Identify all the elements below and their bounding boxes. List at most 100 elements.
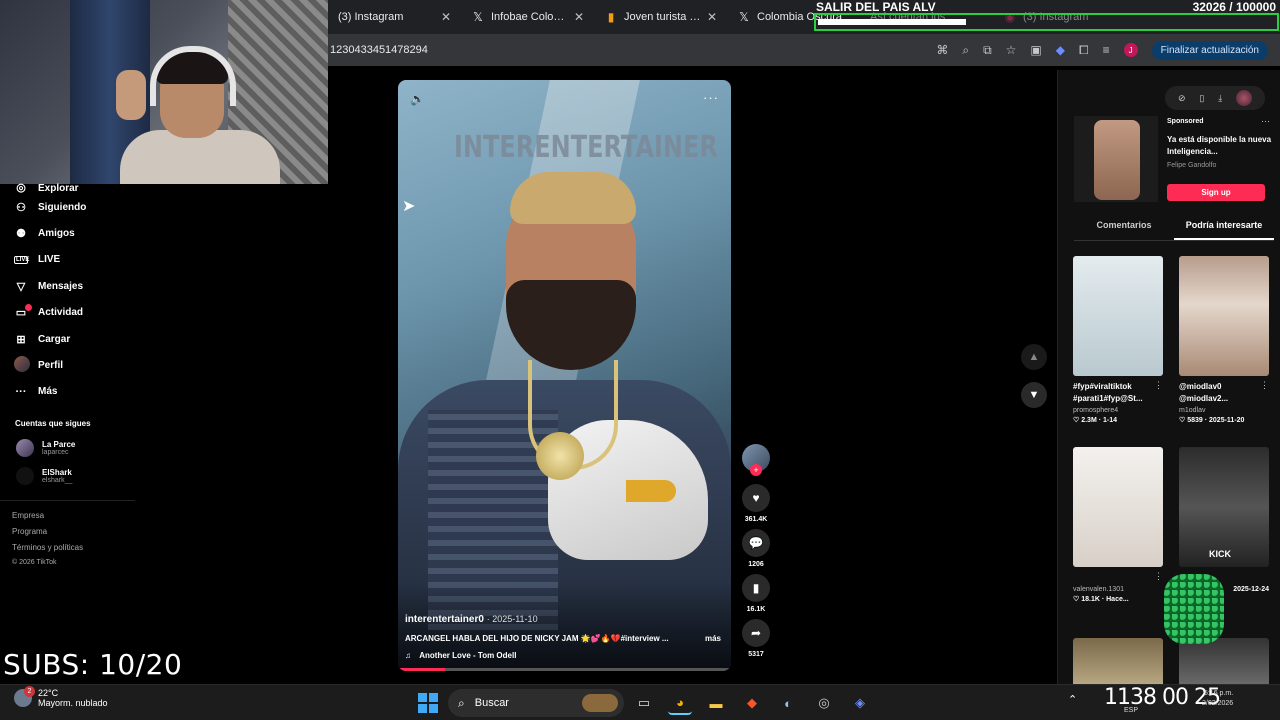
app-icon[interactable]: ◈ bbox=[848, 691, 872, 715]
profile-avatar[interactable]: J bbox=[1123, 43, 1138, 57]
nav-siguiendo[interactable]: ⚇ Siguiendo bbox=[0, 194, 200, 220]
bookmark-star-icon[interactable]: ☆ bbox=[1006, 43, 1017, 57]
clock-date: 2/02/2026 bbox=[1202, 700, 1234, 707]
author-name[interactable]: interentertainer0 bbox=[405, 614, 484, 625]
save-action[interactable]: ▮ 16.1K bbox=[742, 574, 770, 613]
chevron-up-icon[interactable]: ▲ bbox=[1021, 344, 1047, 370]
more-options-icon[interactable]: ⋮ bbox=[1154, 380, 1163, 391]
weather-widget[interactable]: 2 22°C Mayorm. nublado bbox=[14, 686, 108, 708]
video-progress-bar[interactable] bbox=[398, 668, 731, 671]
x-icon: 𝕏 bbox=[739, 10, 749, 24]
system-clock[interactable]: 5:16 p.m. 2/02/2026 bbox=[1202, 689, 1233, 709]
video-card[interactable]: ⋮ #fyp#viraltiktok #parati1#fyp@St... pr… bbox=[1073, 256, 1167, 441]
following-title: Cuentas que sigues bbox=[15, 419, 91, 429]
obs-icon[interactable]: ◎ bbox=[812, 691, 836, 715]
chevron-down-icon[interactable]: ▼ bbox=[1021, 382, 1047, 408]
video-author[interactable]: interentertainer0 · 2025-11-10 bbox=[405, 614, 538, 625]
extension-icon[interactable]: ◆ bbox=[1056, 43, 1065, 57]
weather-badge: 2 bbox=[24, 686, 35, 697]
tab-comentarios[interactable]: Comentarios bbox=[1074, 220, 1174, 240]
nav-mas[interactable]: ··· Más bbox=[0, 379, 200, 405]
zoom-icon[interactable]: ⌕ bbox=[962, 43, 969, 58]
more-options-icon[interactable]: ··· bbox=[1261, 116, 1270, 126]
autoscroll-icon[interactable]: ⊘ bbox=[1178, 93, 1186, 104]
more-options-icon[interactable]: ⋮ bbox=[1260, 380, 1269, 391]
nav-actividad[interactable]: ▭ Actividad bbox=[0, 300, 200, 326]
nav-mensajes[interactable]: ▽ Mensajes bbox=[0, 273, 200, 299]
like-action[interactable]: ♥ 361.4K bbox=[742, 484, 770, 523]
following-account[interactable]: La Parce laparcec bbox=[0, 434, 200, 462]
sponsored-label: Sponsored bbox=[1167, 118, 1204, 125]
heart-icon[interactable]: ♥ bbox=[742, 484, 770, 512]
download-icon[interactable]: ⤓ bbox=[1218, 93, 1222, 104]
footer-link[interactable]: Programa bbox=[12, 527, 135, 543]
nav-label: Mensajes bbox=[38, 280, 84, 292]
update-button[interactable]: Finalizar actualización bbox=[1151, 40, 1268, 60]
media-icon[interactable]: ≡ bbox=[1103, 43, 1110, 57]
mobile-icon[interactable]: ▯ bbox=[1199, 93, 1204, 104]
file-explorer-icon[interactable]: ▬ bbox=[704, 691, 728, 715]
tab-joven-turista[interactable]: ▮ Joven turista fallec ✕ bbox=[594, 0, 727, 34]
more-options-icon[interactable]: ⋮ bbox=[1154, 571, 1163, 582]
task-view-icon[interactable]: ▭ bbox=[632, 691, 656, 715]
bookmark-icon[interactable]: ▮ bbox=[742, 574, 770, 602]
chevron-up-icon[interactable]: ⌃ bbox=[1068, 693, 1077, 706]
avatar[interactable] bbox=[1236, 90, 1253, 106]
share-icon[interactable]: ➦ bbox=[742, 619, 770, 647]
nav-explorar[interactable]: ◎ Explorar bbox=[0, 178, 200, 194]
windows-start-icon[interactable] bbox=[418, 693, 438, 713]
video-player[interactable]: INTERENTERTAINER 🔈 ··· interentertainer0… bbox=[398, 80, 731, 671]
creator-avatar[interactable]: + bbox=[742, 444, 770, 476]
video-thumbnail[interactable] bbox=[1073, 447, 1163, 567]
translate-icon[interactable]: ⌘ bbox=[936, 43, 948, 57]
following-account[interactable]: ElShark elshark__ bbox=[0, 462, 200, 490]
video-thumbnail[interactable]: KICK bbox=[1179, 447, 1269, 567]
more-icon: ··· bbox=[15, 385, 27, 398]
video-card[interactable]: ⋮ valenvalen.1301 ♡ 18.1K · Hace... bbox=[1073, 447, 1167, 632]
caption-more-link[interactable]: más bbox=[705, 634, 721, 643]
close-icon[interactable]: ✕ bbox=[707, 10, 717, 24]
footer-link[interactable]: Términos y políticas bbox=[12, 543, 135, 559]
volume-icon[interactable]: 🔈 bbox=[410, 92, 425, 106]
puzzle-icon[interactable]: ⧠ bbox=[1079, 43, 1089, 58]
taskbar-apps: ▭ ◕ ▬ ◆ ◐ ◎ ◈ bbox=[632, 691, 872, 715]
footer-link[interactable]: Empresa bbox=[12, 511, 135, 527]
video-thumbnail[interactable] bbox=[1179, 256, 1269, 376]
tab-podria-interesarte[interactable]: Podría interesarte bbox=[1174, 220, 1274, 240]
avatar bbox=[16, 467, 34, 486]
video-thumbnail[interactable] bbox=[1073, 256, 1163, 376]
video-overlay-title: INTERENTERTAINER bbox=[454, 130, 718, 165]
music-title: Another Love - Tom Odell bbox=[419, 651, 517, 660]
language-indicator[interactable]: ESP bbox=[1124, 707, 1138, 714]
nav-perfil[interactable]: Perfil bbox=[0, 352, 200, 378]
url-field[interactable]: 1230433451478294 bbox=[328, 44, 936, 56]
video-music[interactable]: ♫ Another Love - Tom Odell bbox=[405, 651, 516, 660]
ad-thumbnail[interactable] bbox=[1074, 116, 1158, 202]
follow-plus-icon[interactable]: + bbox=[750, 464, 762, 476]
video-card-author: valenvalen.1301 bbox=[1073, 586, 1124, 593]
weather-description: Mayorm. nublado bbox=[38, 698, 108, 708]
nav-amigos[interactable]: ⚉ Amigos bbox=[0, 220, 200, 246]
tab-infobae-x[interactable]: 𝕏 Infobae Colombia ✕ bbox=[461, 0, 594, 34]
video-card-stats: ♡ 5839 · 2025-11-20 bbox=[1179, 417, 1245, 424]
taskbar-search[interactable]: ⌕ Buscar bbox=[448, 689, 624, 717]
more-options-icon[interactable]: ··· bbox=[703, 90, 719, 105]
video-card-author: m1odlav bbox=[1179, 407, 1206, 414]
video-card[interactable]: ⋮ @miodlav0 @miodlav2... m1odlav ♡ 5839 … bbox=[1179, 256, 1273, 441]
close-icon[interactable]: ✕ bbox=[574, 10, 584, 24]
comment-action[interactable]: 💬 1206 bbox=[742, 529, 770, 568]
notification-badge bbox=[25, 303, 32, 311]
chrome-icon[interactable]: ◕ bbox=[668, 691, 692, 715]
tab-instagram[interactable]: (3) Instagram ✕ bbox=[328, 0, 461, 34]
sign-up-button[interactable]: Sign up bbox=[1167, 184, 1265, 201]
nav-cargar[interactable]: ⊞ Cargar bbox=[0, 326, 200, 352]
nav-live[interactable]: LIVE LIVE bbox=[0, 247, 200, 273]
close-icon[interactable]: ✕ bbox=[441, 10, 451, 24]
brave-icon[interactable]: ◆ bbox=[740, 691, 764, 715]
comment-icon[interactable]: 💬 bbox=[742, 529, 770, 557]
sponsored-ad[interactable]: Sponsored ··· Ya está disponible la nuev… bbox=[1074, 116, 1274, 202]
share-action[interactable]: ➦ 5317 bbox=[742, 619, 770, 658]
steam-icon[interactable]: ◐ bbox=[776, 691, 800, 715]
install-app-icon[interactable]: ⧉ bbox=[983, 43, 992, 58]
reader-mode-icon[interactable]: ▣ bbox=[1030, 43, 1041, 57]
